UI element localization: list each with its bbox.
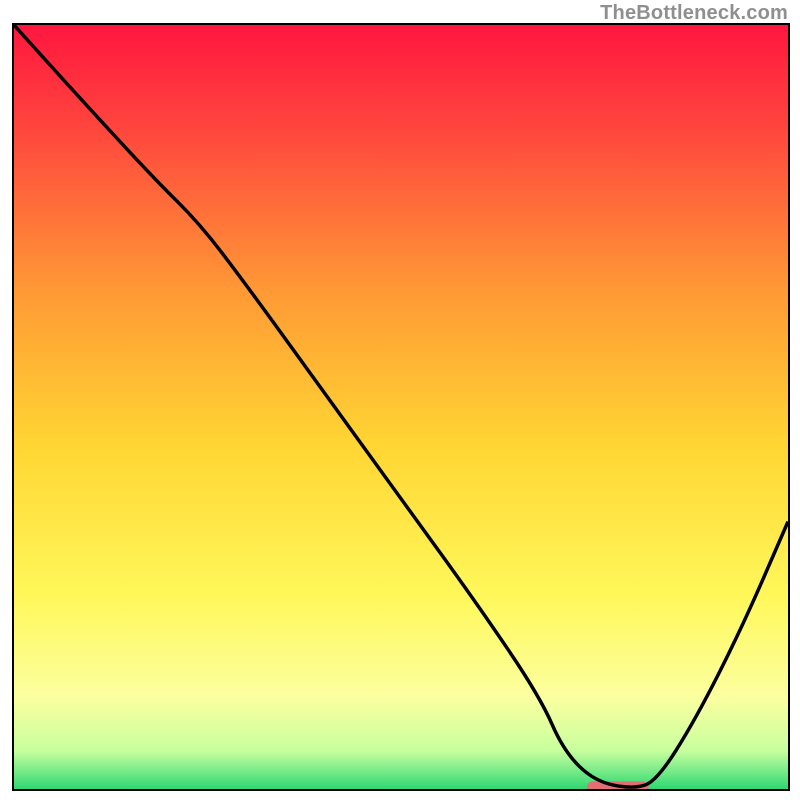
bottleneck-chart [14, 25, 788, 789]
watermark-text: TheBottleneck.com [600, 2, 788, 25]
chart-frame [12, 23, 790, 791]
heat-background [14, 25, 788, 789]
